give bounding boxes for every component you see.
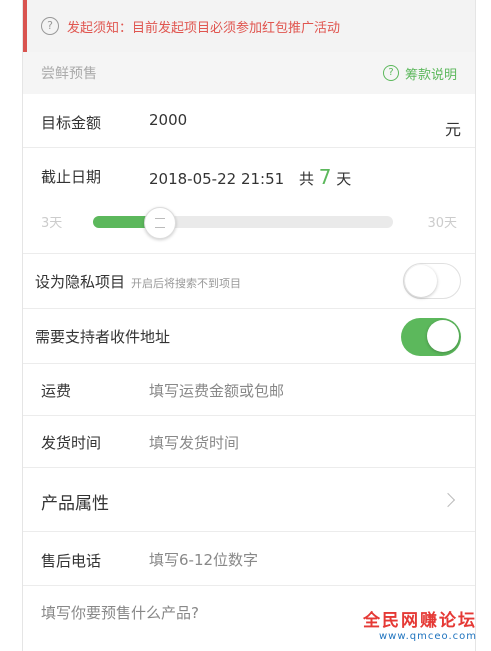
slider-max-label: 30天: [427, 216, 457, 231]
product-desc-input[interactable]: 填写你要预售什么产品?: [41, 602, 199, 623]
section-title: 尝鲜预售: [41, 66, 97, 82]
private-project-title: 设为隐私项目: [35, 273, 126, 291]
notice-banner: ? 发起须知：目前发起项目必须参加红包推广活动: [23, 0, 475, 52]
deadline-datetime: 2018-05-22 21:51: [149, 170, 285, 188]
slider-min-label: 3天: [41, 216, 63, 231]
site-watermark: 全民网赚论坛 www.qmceo.com: [363, 606, 477, 642]
notice-text: 发起须知：目前发起项目必须参加红包推广活动: [67, 20, 341, 36]
shipping-fee-label: 运费: [41, 382, 72, 400]
days-suffix: 天: [336, 170, 352, 188]
private-project-label: 设为隐私项目 开启后将搜索不到项目: [35, 271, 241, 292]
ship-time-label: 发货时间: [41, 434, 102, 452]
total-prefix: 共: [298, 170, 314, 188]
section-header: 尝鲜预售 ? 筹款说明: [23, 52, 475, 94]
deadline-days: 7: [318, 165, 332, 189]
currency-unit: 元: [444, 120, 461, 139]
private-project-row: 设为隐私项目 开启后将搜索不到项目: [23, 254, 475, 309]
target-amount-row[interactable]: 目标金额 2000 元: [23, 94, 475, 148]
deadline-row: 截止日期 2018-05-22 21:51 共 7 天 3天 30天: [23, 148, 475, 254]
need-address-toggle[interactable]: [401, 318, 461, 356]
question-icon: ?: [382, 65, 399, 81]
presale-form-screen: ? 发起须知：目前发起项目必须参加红包推广活动 尝鲜预售 ? 筹款说明 目标金额…: [22, 0, 476, 651]
watermark-url: www.qmceo.com: [378, 631, 477, 642]
help-label: 筹款说明: [404, 67, 457, 83]
shipping-fee-input[interactable]: 填写运费金额或包邮: [149, 380, 284, 401]
product-attrs-row[interactable]: 产品属性: [23, 468, 475, 532]
chevron-right-icon: [440, 492, 456, 508]
need-address-label: 需要支持者收件地址: [35, 328, 171, 346]
need-address-row: 需要支持者收件地址: [23, 309, 475, 364]
private-project-hint: 开启后将搜索不到项目: [131, 277, 242, 290]
duration-slider-handle[interactable]: [143, 207, 176, 239]
grip-icon: [154, 218, 165, 228]
deadline-value[interactable]: 2018-05-22 21:51 共 7 天: [149, 165, 351, 189]
toggle-knob: [405, 265, 437, 297]
question-icon: ?: [41, 17, 59, 35]
ship-time-row[interactable]: 发货时间 填写发货时间: [23, 416, 475, 468]
watermark-title: 全民网赚论坛: [363, 611, 477, 631]
toggle-knob: [427, 320, 459, 352]
shipping-fee-row[interactable]: 运费 填写运费金额或包邮: [23, 364, 475, 416]
after-sales-phone-label: 售后电话: [41, 552, 102, 570]
after-sales-phone-input[interactable]: 填写6-12位数字: [149, 549, 258, 570]
product-attrs-label: 产品属性: [41, 494, 109, 514]
target-amount-input[interactable]: 2000: [149, 111, 187, 129]
private-project-toggle[interactable]: [403, 263, 461, 299]
fundraising-help-link[interactable]: ? 筹款说明: [382, 64, 457, 83]
after-sales-phone-row[interactable]: 售后电话 填写6-12位数字: [23, 532, 475, 586]
ship-time-input[interactable]: 填写发货时间: [149, 432, 239, 453]
target-amount-label: 目标金额: [41, 114, 102, 132]
deadline-label: 截止日期: [41, 168, 102, 186]
